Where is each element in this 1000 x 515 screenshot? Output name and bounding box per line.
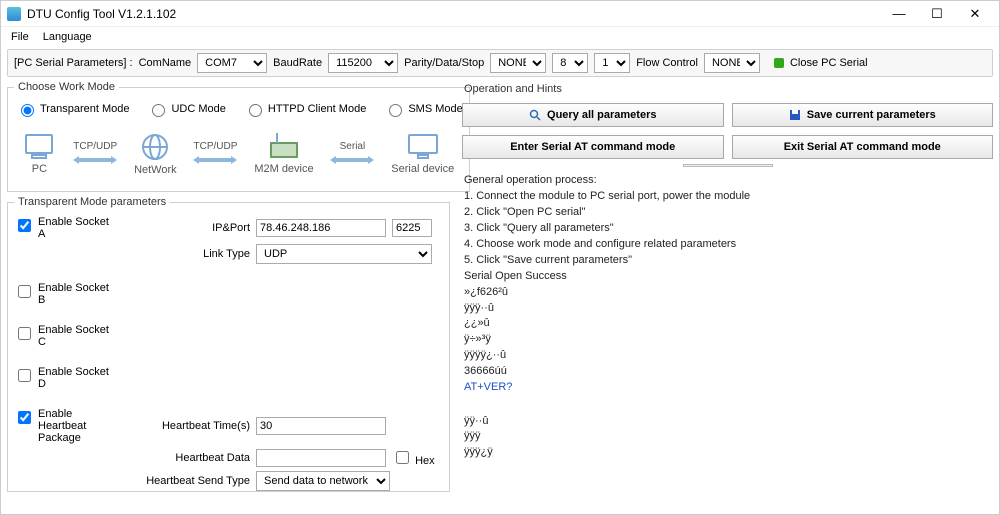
close-button[interactable]: ✕ bbox=[963, 5, 987, 23]
mode-transparent[interactable]: Transparent Mode bbox=[16, 101, 129, 117]
mode-diagram: PC TCP/UDP NetWork TCP/UDP M2M device Se… bbox=[14, 123, 463, 185]
log-line: ÿÿÿ··û bbox=[464, 301, 991, 317]
maximize-button[interactable]: ☐ bbox=[925, 5, 949, 23]
comname-label: ComName bbox=[139, 57, 192, 69]
arrow-icon bbox=[330, 153, 374, 167]
query-all-button[interactable]: Query all parameters bbox=[462, 103, 724, 127]
minimize-button[interactable]: ― bbox=[887, 5, 911, 23]
hb-send-label: Heartbeat Send Type bbox=[120, 475, 250, 487]
mode-udc[interactable]: UDC Mode bbox=[147, 101, 225, 117]
port-input[interactable] bbox=[392, 219, 432, 237]
log-line: ¿¿»û bbox=[464, 316, 991, 332]
workmode-group: Choose Work Mode Transparent Mode UDC Mo… bbox=[7, 81, 470, 192]
enable-heartbeat[interactable]: Enable Heartbeat Package bbox=[14, 408, 114, 444]
splitter-handle[interactable] bbox=[462, 163, 993, 167]
log-line: Serial Open Success bbox=[464, 269, 991, 285]
monitor-icon bbox=[406, 133, 440, 161]
save-icon bbox=[789, 109, 801, 121]
log-line: 36666úú bbox=[464, 364, 991, 380]
search-icon bbox=[529, 109, 541, 121]
hex-checkbox[interactable]: Hex bbox=[392, 448, 435, 467]
menu-file[interactable]: File bbox=[11, 31, 29, 43]
enable-socket-d[interactable]: Enable Socket D bbox=[14, 366, 114, 390]
log-line: »¿f626²û bbox=[464, 285, 991, 301]
serial-status-icon bbox=[774, 58, 784, 68]
gp-step: 5. Click "Save current parameters" bbox=[464, 253, 991, 269]
comname-select[interactable]: COM7 bbox=[197, 53, 267, 73]
exit-at-button[interactable]: Exit Serial AT command mode bbox=[732, 135, 994, 159]
window-title: DTU Config Tool V1.2.1.102 bbox=[27, 7, 887, 21]
pc-serial-label: [PC Serial Parameters] : bbox=[14, 57, 133, 69]
device-icon bbox=[267, 133, 301, 161]
flow-label: Flow Control bbox=[636, 57, 698, 69]
close-serial-button[interactable]: Close PC Serial bbox=[790, 57, 868, 69]
hb-data-input[interactable] bbox=[256, 449, 386, 467]
mode-udc-radio[interactable] bbox=[152, 104, 165, 117]
log-line: ÿÿÿ bbox=[464, 429, 991, 445]
hb-time-label: Heartbeat Time(s) bbox=[120, 420, 250, 432]
ip-input[interactable] bbox=[256, 219, 386, 237]
save-params-button[interactable]: Save current parameters bbox=[732, 103, 994, 127]
ipport-label: IP&Port bbox=[120, 222, 250, 234]
workmode-legend: Choose Work Mode bbox=[14, 81, 119, 93]
enable-socket-c[interactable]: Enable Socket C bbox=[14, 324, 114, 348]
linktype-label: Link Type bbox=[120, 248, 250, 260]
flow-select[interactable]: NONE bbox=[704, 53, 760, 73]
hb-data-label: Heartbeat Data bbox=[120, 452, 250, 464]
pds-label: Parity/Data/Stop bbox=[404, 57, 484, 69]
mode-sms[interactable]: SMS Mode bbox=[384, 101, 462, 117]
ops-legend: Operation and Hints bbox=[462, 79, 993, 99]
gp-step: 4. Choose work mode and configure relate… bbox=[464, 237, 991, 253]
gp-head: General operation process: bbox=[464, 173, 991, 189]
linktype-select[interactable]: UDP bbox=[256, 244, 432, 264]
enter-at-button[interactable]: Enter Serial AT command mode bbox=[462, 135, 724, 159]
arrow-icon bbox=[193, 153, 237, 167]
at-command: AT+VER? bbox=[464, 380, 991, 396]
hb-time-input[interactable] bbox=[256, 417, 386, 435]
params-legend: Transparent Mode parameters bbox=[14, 196, 170, 208]
parity-select[interactable]: NONE bbox=[490, 53, 546, 73]
baud-select[interactable]: 115200 bbox=[328, 53, 398, 73]
serial-toolbar: [PC Serial Parameters] : ComName COM7 Ba… bbox=[7, 49, 993, 77]
stopbits-select[interactable]: 1 bbox=[594, 53, 630, 73]
enable-socket-a[interactable]: Enable Socket A bbox=[14, 216, 114, 240]
databits-select[interactable]: 8 bbox=[552, 53, 588, 73]
hb-send-select[interactable]: Send data to network bbox=[256, 471, 390, 491]
baud-label: BaudRate bbox=[273, 57, 322, 69]
mode-httpd[interactable]: HTTPD Client Mode bbox=[244, 101, 366, 117]
gp-step: 1. Connect the module to PC serial port,… bbox=[464, 189, 991, 205]
gp-step: 2. Click "Open PC serial" bbox=[464, 205, 991, 221]
pc-icon bbox=[22, 133, 56, 161]
log-line: ÿÿ··û bbox=[464, 414, 991, 430]
arrow-icon bbox=[73, 153, 117, 167]
log-line: ÿÿÿÿ¿··û bbox=[464, 348, 991, 364]
app-icon bbox=[7, 7, 21, 21]
log-panel: General operation process: 1. Connect th… bbox=[462, 171, 993, 508]
enable-socket-b[interactable]: Enable Socket B bbox=[14, 282, 114, 306]
mode-sms-radio[interactable] bbox=[389, 104, 402, 117]
log-line: ÿ÷»³ÿ bbox=[464, 332, 991, 348]
mode-httpd-radio[interactable] bbox=[249, 104, 262, 117]
globe-icon bbox=[139, 132, 171, 162]
menu-language[interactable]: Language bbox=[43, 31, 92, 43]
log-line: ÿÿÿ¿ÿ bbox=[464, 445, 991, 461]
params-group: Transparent Mode parameters Enable Socke… bbox=[7, 196, 450, 492]
mode-transparent-radio[interactable] bbox=[21, 104, 34, 117]
gp-step: 3. Click "Query all parameters" bbox=[464, 221, 991, 237]
